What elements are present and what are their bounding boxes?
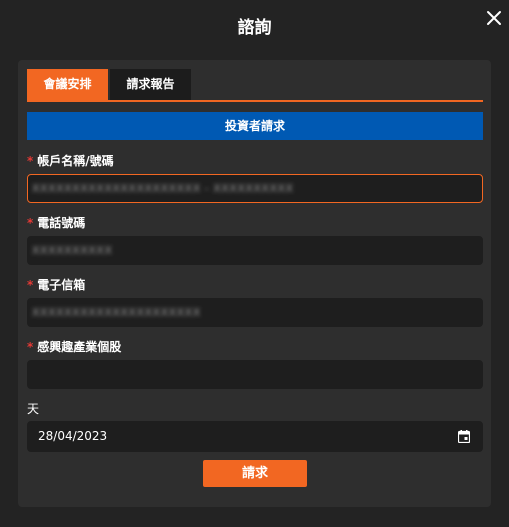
calendar-icon[interactable] <box>458 430 470 443</box>
required-asterisk: * <box>27 216 34 230</box>
date-field[interactable]: 28/04/2023 <box>27 421 483 452</box>
email-label: * 電子信箱 <box>27 278 86 292</box>
required-asterisk: * <box>27 340 34 354</box>
phone-label: * 電話號碼 <box>27 216 86 230</box>
date-value: 28/04/2023 <box>38 429 108 443</box>
form-panel: 會議安排 請求報告 投資者請求 * 帳戶名稱/號碼 XXXXXXXXXXXXXXX… <box>18 60 491 507</box>
tab-bar: 會議安排 請求報告 <box>27 69 483 102</box>
close-icon <box>487 11 501 25</box>
email-value: XXXXXXXXXXXXXXXXXXXXX <box>32 306 201 319</box>
required-asterisk: * <box>27 278 34 292</box>
tab-meeting[interactable]: 會議安排 <box>27 69 108 100</box>
account-value: XXXXXXXXXXXXXXXXXXXXX - XXXXXXXXXX <box>32 182 294 195</box>
email-field[interactable]: XXXXXXXXXXXXXXXXXXXXX <box>27 298 483 327</box>
phone-field[interactable]: XXXXXXXXXX <box>27 236 483 265</box>
tab-report-request[interactable]: 請求報告 <box>110 69 191 100</box>
stock-interest-field[interactable] <box>27 360 483 389</box>
date-label: 天 <box>27 402 40 416</box>
dialog-title: 諮詢 <box>237 18 272 38</box>
account-label: * 帳戶名稱/號碼 <box>27 154 114 168</box>
phone-value: XXXXXXXXXX <box>32 244 113 257</box>
stock-interest-label: * 感興趣產業個股 <box>27 340 122 354</box>
close-button[interactable] <box>484 8 504 28</box>
section-banner: 投資者請求 <box>27 112 483 140</box>
consult-dialog: 諮詢 會議安排 請求報告 投資者請求 * 帳戶名稱/號碼 XXXXXXXXXXXX… <box>0 0 509 527</box>
required-asterisk: * <box>27 154 34 168</box>
submit-button[interactable]: 請求 <box>203 460 307 487</box>
account-field[interactable]: XXXXXXXXXXXXXXXXXXXXX - XXXXXXXXXX <box>27 174 483 203</box>
